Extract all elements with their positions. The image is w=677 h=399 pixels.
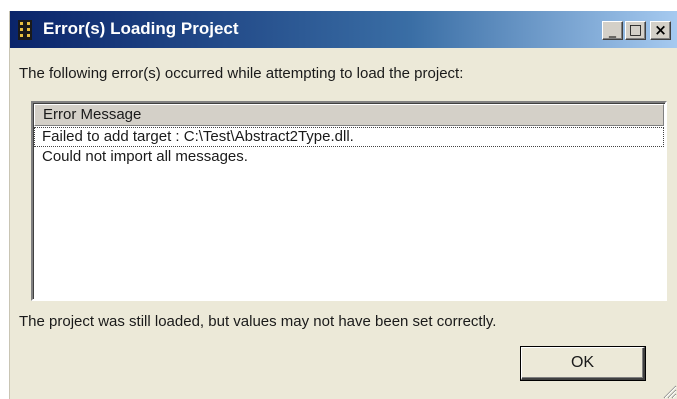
ok-button[interactable]: OK [521, 347, 645, 380]
title-bar[interactable]: Error(s) Loading Project _ □ × [10, 11, 677, 48]
list-item[interactable]: Failed to add target : C:\Test\Abstract2… [34, 127, 664, 147]
window-title: Error(s) Loading Project [43, 19, 239, 38]
column-header-error-message[interactable]: Error Message [34, 104, 664, 126]
error-list[interactable]: Error Message Failed to add target : C:\… [31, 101, 667, 301]
app-icon [18, 20, 32, 40]
error-dialog: Error(s) Loading Project _ □ × The follo… [9, 11, 677, 399]
maximize-button[interactable]: □ [625, 21, 646, 40]
minimize-button[interactable]: _ [602, 21, 623, 40]
close-button[interactable]: × [650, 21, 671, 40]
list-item[interactable]: Could not import all messages. [34, 147, 664, 167]
error-intro-text: The following error(s) occurred while at… [19, 65, 464, 82]
footer-note: The project was still loaded, but values… [19, 313, 497, 330]
error-rows: Failed to add target : C:\Test\Abstract2… [34, 127, 664, 167]
resize-grip-icon[interactable] [661, 383, 677, 399]
